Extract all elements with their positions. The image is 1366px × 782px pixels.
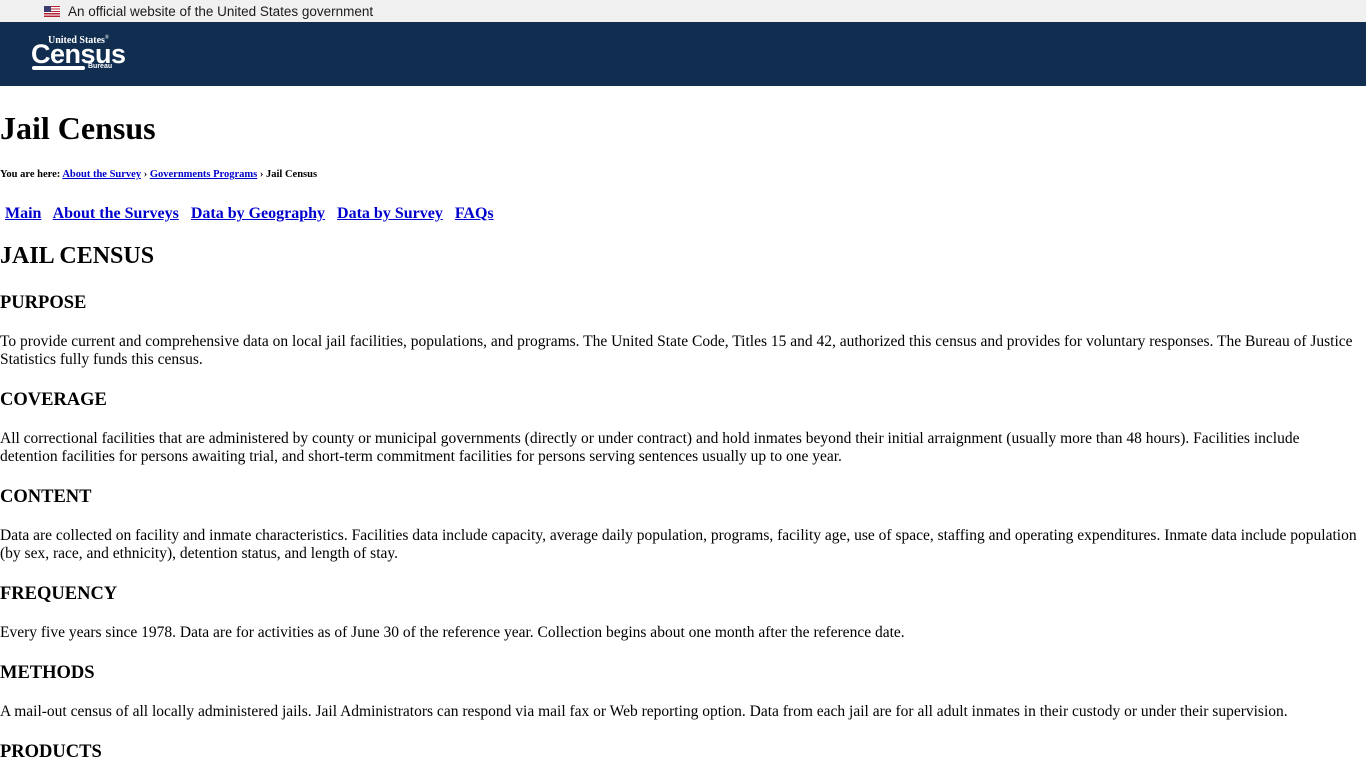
content-heading: CONTENT	[0, 487, 92, 507]
methods-text: A mail-out census of all locally adminis…	[0, 703, 1288, 720]
breadcrumb-current: Jail Census	[266, 169, 318, 180]
us-flag-icon	[44, 5, 60, 17]
nav-about-the-surveys[interactable]: About the Surveys	[53, 205, 179, 222]
nav-faqs[interactable]: FAQs	[455, 205, 494, 222]
breadcrumb-separator: ›	[143, 169, 148, 180]
logo-underline	[32, 66, 85, 70]
coverage-text: All correctional facilities that are adm…	[0, 430, 1300, 465]
purpose-text: To provide current and comprehensive dat…	[0, 333, 1353, 368]
nav-main[interactable]: Main	[5, 205, 41, 222]
official-government-banner: An official website of the United States…	[0, 0, 1366, 22]
coverage-heading: COVERAGE	[0, 390, 107, 410]
frequency-heading: FREQUENCY	[0, 584, 118, 604]
nav-data-by-survey[interactable]: Data by Survey	[337, 205, 443, 222]
site-header: United States® Census Bureau	[0, 22, 1366, 86]
products-heading: PRODUCTS	[0, 742, 102, 762]
main-heading: JAIL CENSUS	[0, 243, 155, 269]
census-bureau-logo[interactable]: United States® Census Bureau	[31, 34, 126, 76]
breadcrumb: You are here: About the Survey › Governm…	[0, 169, 317, 180]
breadcrumb-separator: ›	[259, 169, 264, 180]
logo-bureau: Bureau	[88, 63, 113, 70]
breadcrumb-governments-programs[interactable]: Governments Programs	[150, 169, 257, 180]
nav-data-by-geography[interactable]: Data by Geography	[191, 205, 325, 222]
breadcrumb-prefix: You are here:	[0, 169, 61, 180]
page-title: Jail Census	[0, 110, 156, 146]
section-nav: Main About the Surveys Data by Geography…	[5, 205, 502, 223]
official-website-text: An official website of the United States…	[68, 3, 374, 19]
purpose-heading: PURPOSE	[0, 293, 87, 313]
main-content: JAIL CENSUS PURPOSE To provide current a…	[0, 242, 1360, 782]
content-text: Data are collected on facility and inmat…	[0, 527, 1357, 562]
breadcrumb-about-the-survey[interactable]: About the Survey	[62, 169, 141, 180]
methods-heading: METHODS	[0, 663, 95, 683]
frequency-text: Every five years since 1978. Data are fo…	[0, 624, 905, 641]
